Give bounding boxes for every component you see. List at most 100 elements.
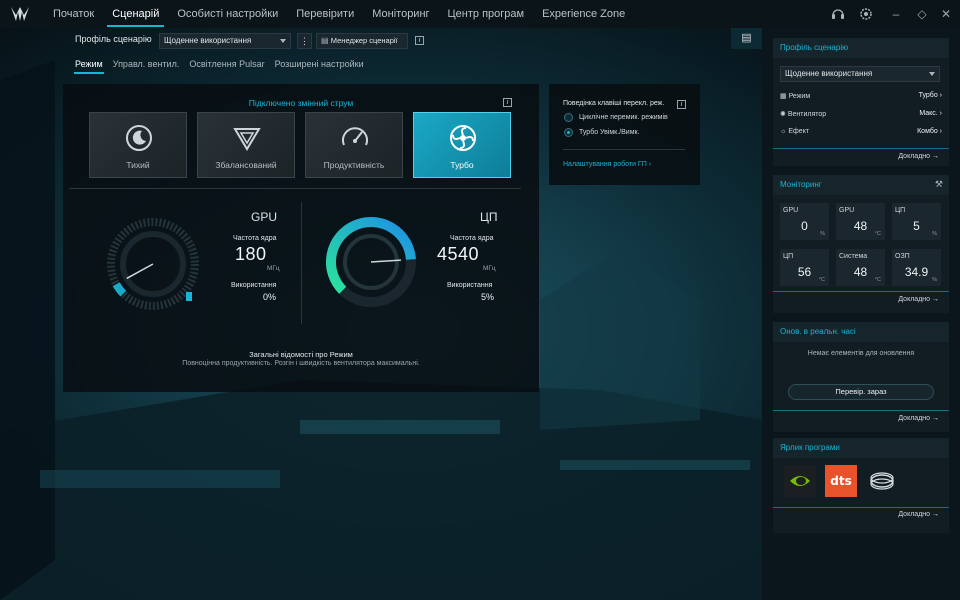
scenario-manager-button[interactable]: ▤ Менеджер сценарії: [316, 33, 408, 49]
nvidia-icon[interactable]: [784, 465, 816, 497]
monitor-tile-label: Система: [839, 253, 868, 260]
mode-button-1[interactable]: Збалансований: [197, 112, 295, 178]
profile-row-fan[interactable]: ✺ Вентилятор Макс. ›: [780, 110, 942, 122]
nav-tab-4[interactable]: Моніторинг: [363, 0, 438, 28]
monitor-tile: ЦП 5%: [892, 203, 941, 240]
profile-card: Профіль сценарію Щоденне використання ▦ …: [773, 38, 949, 166]
gpu-gauge: [107, 218, 199, 310]
right-sidebar: Профіль сценарію Щоденне використання ▦ …: [762, 28, 960, 600]
divider: [773, 410, 949, 411]
mode-panel: Підключено змінний струм i Тихий Збалансо…: [63, 84, 539, 392]
mode-button-2[interactable]: Продуктивність: [305, 112, 403, 178]
maximize-icon[interactable]: ◇: [914, 6, 930, 22]
dts-icon[interactable]: dts: [825, 465, 857, 497]
profile-row-effect[interactable]: ☼ Ефект Комбо ›: [780, 128, 942, 140]
chevron-down-icon: [280, 39, 286, 43]
profile-row-value: Турбо: [918, 92, 938, 99]
gpu-settings-link-label: Налаштування роботи ГП: [563, 161, 647, 168]
monitor-tile-unit: %: [932, 277, 937, 283]
check-now-button[interactable]: Перевір. зараз: [788, 384, 934, 400]
cpu-freq-value: 4540: [437, 244, 480, 264]
nav-tab-2[interactable]: Особисті настройки: [168, 0, 287, 28]
fan-icon: ✺: [780, 111, 788, 118]
thx-icon[interactable]: [866, 465, 898, 497]
divider: [563, 149, 685, 150]
mode-summary-description: Повноцінна продуктивність. Розгін і швид…: [182, 360, 420, 367]
subtab-1[interactable]: Управл. вентил.: [108, 58, 185, 70]
gpu-usage-value: 0%: [263, 292, 277, 302]
gpu-freq-label: Частота ядра: [233, 235, 277, 242]
monitor-tile-label: ЦП: [783, 253, 794, 260]
profile-label: Профіль сценарію: [75, 34, 152, 44]
nav-tab-6[interactable]: Experience Zone: [533, 0, 634, 28]
sidebar-profile-select-value: Щоденне використання: [785, 69, 873, 78]
collapse-sidebar-icon[interactable]: ▤: [731, 28, 762, 49]
updates-empty-text: Немає елементів для оновлення: [807, 350, 915, 357]
cpu-freq-label: Частота ядра: [450, 235, 494, 242]
info-icon[interactable]: i: [503, 98, 512, 107]
radio-turbo-toggle[interactable]: [564, 128, 573, 137]
gpu-usage-label: Використання: [231, 282, 277, 289]
updates-more-link[interactable]: Докладно: [898, 415, 939, 422]
radio-cycle-modes[interactable]: [564, 113, 573, 122]
info-icon[interactable]: i: [415, 36, 424, 45]
support-icon[interactable]: [830, 6, 846, 22]
monitoring-more-link[interactable]: Докладно: [898, 296, 939, 303]
mode-summary-title: Загальні відомості про Режим: [249, 350, 353, 359]
shortcuts-more-link[interactable]: Докладно: [898, 511, 939, 518]
gpu-freq-value: 180: [235, 244, 267, 264]
cpu-usage-value: 5%: [481, 292, 495, 302]
app-shortcuts-card: Ярлик програми dts Докладно: [773, 438, 949, 533]
nav-tab-3[interactable]: Перевірити: [287, 0, 363, 28]
subtab-0[interactable]: Режим: [70, 58, 108, 74]
profile-more-link[interactable]: Докладно: [898, 153, 939, 160]
divider: [773, 148, 949, 149]
monitor-tile: GPU 0%: [780, 203, 829, 240]
profile-row-mode[interactable]: ▦ Режим Турбо ›: [780, 92, 942, 104]
monitor-tile: GPU 48 °C: [836, 203, 885, 240]
mode-key-behavior-panel: Поведінка клавіші перекл. реж. i Циклічн…: [549, 84, 700, 185]
cpu-usage-label: Використання: [447, 282, 493, 289]
subtab-3[interactable]: Розширені настройки: [270, 58, 369, 70]
profile-more-icon[interactable]: ⋮: [297, 33, 312, 49]
monitor-tile: Система 48 °C: [836, 249, 885, 286]
updates-card: Онов. в реальн. часі Немає елементів для…: [773, 322, 949, 432]
sidebar-profile-select[interactable]: Щоденне використання: [780, 66, 940, 82]
chevron-down-icon: [929, 72, 935, 76]
speedometer-icon: [342, 127, 368, 146]
profile-row-value: Макс.: [919, 110, 938, 117]
balanced-icon: [233, 128, 261, 151]
shortcuts-card-title: Ярлик програми: [773, 438, 949, 458]
scenario-subtabs: Режим Управл. вентил. Освітлення Pulsar Роз…: [70, 58, 369, 74]
mode-icon: ▦: [780, 93, 789, 100]
gpu-title: GPU: [251, 210, 278, 224]
divider: [773, 291, 949, 292]
gpu-settings-link[interactable]: Налаштування роботи ГП ›: [563, 161, 651, 168]
moon-icon: [126, 125, 152, 151]
divider: [69, 188, 521, 189]
monitor-tile-label: GPU: [783, 207, 799, 214]
mode-button-0[interactable]: Тихий: [89, 112, 187, 178]
close-icon[interactable]: ✕: [938, 6, 954, 22]
monitor-tile-label: ЦП: [895, 207, 906, 214]
profile-row-label: Режим: [788, 93, 811, 100]
monitor-tile: ЦП 56 °C: [780, 249, 829, 286]
scenario-manager-label: Менеджер сценарії: [330, 36, 398, 45]
key-behavior-title: Поведінка клавіші перекл. реж.: [563, 100, 665, 107]
nav-tab-1[interactable]: Сценарій: [103, 0, 168, 28]
divider: [773, 507, 949, 508]
power-source-note: Підключено змінний струм: [248, 98, 354, 108]
gpu-freq-unit: МГц: [267, 265, 280, 272]
mode-button-3[interactable]: Турбо: [413, 112, 511, 178]
profile-row-value: Комбо: [917, 128, 938, 135]
settings-gear-icon[interactable]: [858, 6, 874, 22]
minimize-icon[interactable]: –: [888, 6, 904, 22]
wrench-icon[interactable]: ⚒: [935, 179, 943, 190]
profile-select[interactable]: Щоденне використання: [159, 33, 291, 49]
nav-tab-5[interactable]: Центр програм: [439, 0, 534, 28]
nav-tab-0[interactable]: Початок: [44, 0, 103, 28]
monitor-tile-unit: °C: [874, 231, 881, 237]
monitor-tile-unit: %: [932, 231, 937, 237]
info-icon[interactable]: i: [677, 100, 686, 109]
subtab-2[interactable]: Освітлення Pulsar: [184, 58, 269, 70]
